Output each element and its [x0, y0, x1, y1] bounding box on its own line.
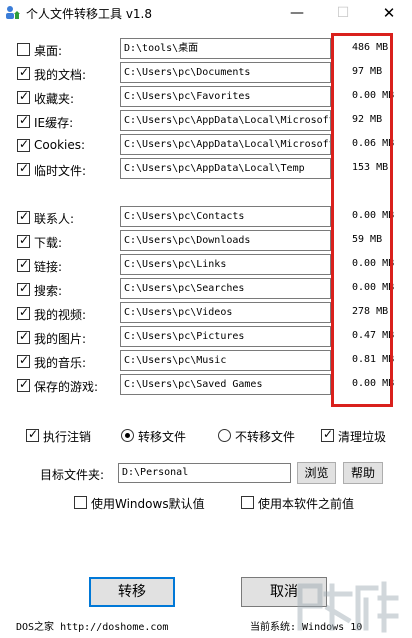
folder-label: 下载:	[34, 236, 63, 250]
previous-value-checkbox[interactable]	[241, 496, 254, 509]
folder-label: 我的音乐:	[34, 356, 87, 370]
folder-path-field[interactable]: C:\Users\pc\Videos	[120, 302, 331, 323]
folder-path-field[interactable]: C:\Users\pc\Music	[120, 350, 331, 371]
folder-label: 链接:	[34, 260, 63, 274]
app-icon	[6, 6, 20, 19]
folder-label: 保存的游戏:	[34, 380, 99, 394]
no-transfer-radio[interactable]	[218, 429, 231, 442]
folder-label: 桌面:	[34, 44, 63, 58]
folder-checkbox[interactable]	[17, 161, 30, 176]
folder-checkbox[interactable]	[17, 113, 30, 128]
close-button[interactable]: ✕	[366, 0, 412, 26]
folder-checkbox[interactable]	[17, 281, 30, 296]
folder-label: 收藏夹:	[34, 92, 75, 106]
folder-label: 临时文件:	[34, 164, 87, 178]
folder-label: IE缓存:	[34, 116, 74, 130]
folder-path-field[interactable]: C:\Users\pc\Pictures	[120, 326, 331, 347]
folder-path-field[interactable]: C:\Users\pc\AppData\Local\Microsoft\	[120, 110, 331, 131]
folder-path-field[interactable]: C:\Users\pc\AppData\Local\Temp	[120, 158, 331, 179]
folder-path-field[interactable]: C:\Users\pc\Links	[120, 254, 331, 275]
target-folder-input[interactable]: D:\Personal	[118, 463, 291, 483]
folder-checkbox[interactable]	[17, 43, 30, 56]
folder-path-field[interactable]: C:\Users\pc\Contacts	[120, 206, 331, 227]
folder-checkbox[interactable]	[17, 329, 30, 344]
windows-default-label: 使用Windows默认值	[91, 497, 205, 511]
footer-site: DOS之家 http://doshome.com	[16, 622, 169, 633]
folder-label: 搜索:	[34, 284, 63, 298]
folder-label: 我的视频:	[34, 308, 87, 322]
transfer-files-label: 转移文件	[138, 430, 187, 444]
folder-checkbox[interactable]	[17, 65, 30, 80]
folder-path-field[interactable]: C:\Users\pc\Downloads	[120, 230, 331, 251]
help-button[interactable]: 帮助	[343, 462, 383, 484]
no-transfer-label: 不转移文件	[235, 430, 296, 444]
clean-checkbox[interactable]	[321, 427, 334, 442]
folder-checkbox[interactable]	[17, 233, 30, 248]
transfer-button[interactable]: 转移	[89, 577, 175, 607]
folder-label: Cookies:	[34, 138, 86, 152]
logoff-label: 执行注销	[43, 430, 92, 444]
logoff-checkbox[interactable]	[26, 427, 39, 442]
folder-path-field[interactable]: C:\Users\pc\Documents	[120, 62, 331, 83]
folder-label: 我的图片:	[34, 332, 87, 346]
folder-path-field[interactable]: C:\Users\pc\Searches	[120, 278, 331, 299]
folder-label: 我的文档:	[34, 68, 87, 82]
maximize-button[interactable]: ☐	[320, 0, 366, 26]
folder-path-field[interactable]: C:\Users\pc\Saved Games	[120, 374, 331, 395]
folder-checkbox[interactable]	[17, 209, 30, 224]
folder-path-field[interactable]: D:\tools\桌面	[120, 38, 331, 59]
watermark-logo	[297, 581, 399, 633]
title-bar: 个人文件转移工具 v1.8 — ☐ ✕	[0, 0, 412, 26]
folder-checkbox[interactable]	[17, 257, 30, 272]
size-highlight-box	[331, 33, 393, 407]
folder-checkbox[interactable]	[17, 353, 30, 368]
folder-label: 联系人:	[34, 212, 75, 226]
folder-checkbox[interactable]	[17, 377, 30, 392]
folder-checkbox[interactable]	[17, 137, 30, 152]
folder-checkbox[interactable]	[17, 305, 30, 320]
folder-path-field[interactable]: C:\Users\pc\AppData\Local\Microsoft\	[120, 134, 331, 155]
transfer-files-radio[interactable]	[121, 429, 134, 442]
previous-value-label: 使用本软件之前值	[258, 497, 355, 511]
minimize-button[interactable]: —	[274, 0, 320, 26]
window-title: 个人文件转移工具 v1.8	[26, 7, 153, 21]
folder-checkbox[interactable]	[17, 89, 30, 104]
clean-label: 清理垃圾	[338, 430, 387, 444]
target-folder-label: 目标文件夹:	[40, 468, 105, 482]
folder-path-field[interactable]: C:\Users\pc\Favorites	[120, 86, 331, 107]
windows-default-checkbox[interactable]	[74, 496, 87, 509]
browse-button[interactable]: 浏览	[297, 462, 336, 484]
